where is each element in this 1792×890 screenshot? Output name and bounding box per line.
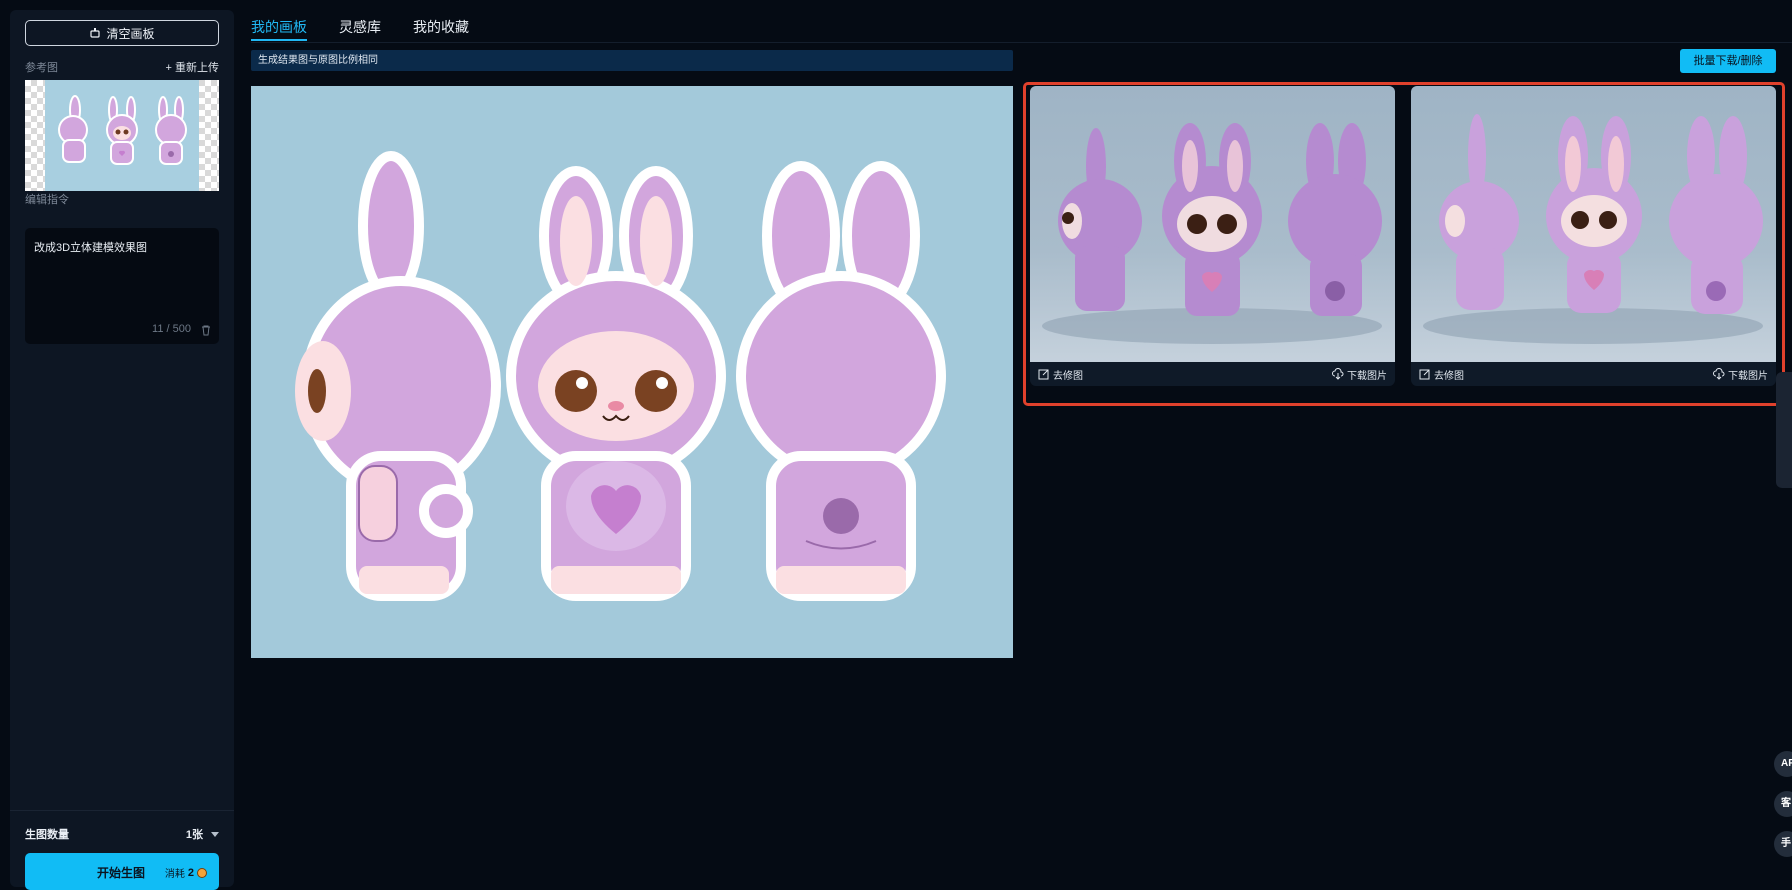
prompt-textarea[interactable]: 改成3D立体建模效果图 11 / 500 [25, 228, 219, 344]
main-tabs: 我的画板 灵感库 我的收藏 [251, 17, 469, 41]
download-button[interactable]: 下载图片 [1332, 367, 1387, 382]
retouch-label: 去修图 [1053, 370, 1083, 382]
tab-inspiration[interactable]: 灵感库 [339, 17, 381, 41]
result-actions-2: 去修图 下载图片 [1411, 362, 1776, 386]
mobile-float-button[interactable]: 手 [1774, 831, 1792, 857]
start-generate-label: 开始生图 [97, 866, 146, 880]
cost-indicator: 消耗 2 [165, 865, 207, 880]
result-card-2[interactable]: 去修图 下载图片 [1411, 86, 1776, 386]
retouch-button[interactable]: 去修图 [1419, 367, 1464, 382]
retouch-button[interactable]: 去修图 [1038, 367, 1083, 382]
reference-thumbnail [58, 95, 187, 165]
source-image[interactable] [251, 86, 1013, 658]
ratio-notice: 生成结果图与原图比例相同 [251, 50, 1013, 71]
quantity-select[interactable]: 1张 [186, 826, 219, 842]
side-drawer-tab[interactable] [1776, 372, 1792, 488]
retouch-label: 去修图 [1434, 370, 1464, 382]
edit-icon [1038, 369, 1049, 380]
tab-divider [251, 42, 1792, 43]
api-float-button[interactable]: AP [1774, 751, 1792, 777]
cloud-download-icon [1713, 368, 1725, 380]
result-actions-1: 去修图 下载图片 [1030, 362, 1395, 386]
start-generate-button[interactable]: 开始生图 消耗 2 [25, 853, 219, 890]
result-image-2[interactable] [1411, 86, 1776, 362]
coin-icon [197, 867, 207, 878]
result-image-1[interactable] [1030, 86, 1395, 362]
clear-canvas-button[interactable]: 清空画板 [25, 20, 219, 46]
batch-download-delete-button[interactable]: 批量下载/删除 [1680, 49, 1776, 73]
prompt-text: 改成3D立体建模效果图 [34, 242, 148, 254]
clear-canvas-label: 清空画板 [106, 26, 155, 41]
chevron-down-icon [211, 831, 219, 837]
customer-service-float-button[interactable]: 客 [1774, 791, 1792, 817]
tab-favorites[interactable]: 我的收藏 [413, 17, 469, 41]
divider [10, 810, 234, 811]
quantity-value: 1张 [185, 829, 203, 841]
reupload-button[interactable]: + 重新上传 [166, 59, 219, 75]
tab-my-canvas[interactable]: 我的画板 [251, 17, 307, 41]
bunny-turnaround-illustration [295, 151, 946, 601]
trash-icon[interactable] [200, 324, 212, 336]
instruction-label: 编辑指令 [25, 194, 69, 206]
result-card-1[interactable]: 去修图 下载图片 [1030, 86, 1395, 386]
quantity-label: 生图数量 [25, 829, 69, 841]
download-label: 下载图片 [1728, 370, 1768, 382]
download-button[interactable]: 下载图片 [1713, 367, 1768, 382]
cost-prefix: 消耗 [164, 869, 185, 880]
broom-icon [90, 28, 101, 38]
reference-label: 参考图 [25, 62, 58, 74]
left-panel: 清空画板 参考图 + 重新上传 编辑指令 改成3D立体建模效果图 11 / 50… [10, 10, 234, 890]
cloud-download-icon [1332, 368, 1344, 380]
download-label: 下载图片 [1347, 370, 1387, 382]
prompt-char-count: 11 / 500 [152, 323, 191, 335]
reference-image[interactable] [25, 80, 219, 191]
edit-icon [1419, 369, 1430, 380]
cost-value: 2 [187, 866, 194, 879]
